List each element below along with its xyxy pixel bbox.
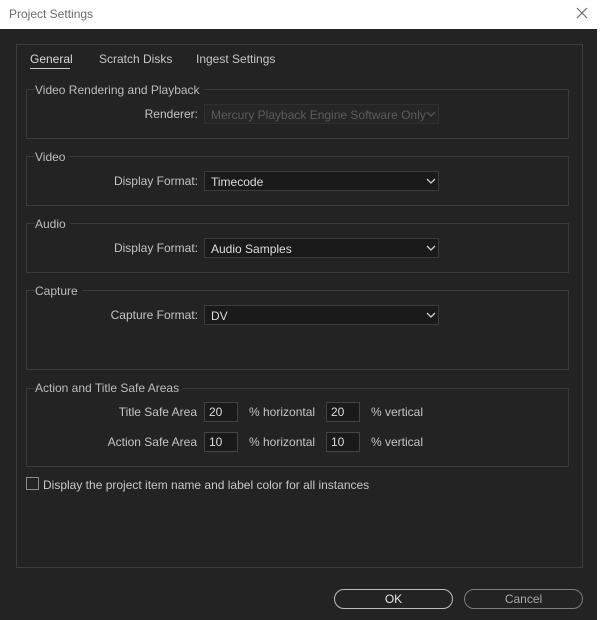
video-rendering-group-title: Video Rendering and Playback [35,83,204,97]
title-safe-horizontal-input[interactable] [204,402,238,422]
chevron-down-icon [426,245,436,251]
active-tab-indicator [30,68,70,69]
action-safe-horizontal-input[interactable] [204,432,238,452]
title-safe-label: Title Safe Area [118,405,197,419]
action-safe-vertical-unit: % vertical [371,435,424,449]
renderer-select: Mercury Playback Engine Software Only [204,104,439,124]
capture-format-value: DV [211,309,228,323]
title-safe-vertical-unit: % vertical [371,405,424,419]
display-label-color-checkbox-label[interactable]: Display the project item name and label … [43,478,369,492]
tab-scratch-disks[interactable]: Scratch Disks [99,52,172,66]
window-edge [597,29,601,620]
capture-format-label: Capture Format: [110,308,198,322]
chevron-down-icon [426,312,436,318]
title-safe-horizontal-unit: % horizontal [249,405,316,419]
capture-format-select[interactable]: DV [204,305,439,325]
cancel-button[interactable]: Cancel [464,589,583,609]
video-display-format-label: Display Format: [113,174,198,188]
tab-ingest-settings[interactable]: Ingest Settings [196,52,275,66]
safe-areas-group-title: Action and Title Safe Areas [35,381,184,395]
renderer-label: Renderer: [144,107,198,121]
audio-display-format-select[interactable]: Audio Samples [204,238,439,258]
close-button[interactable] [571,4,593,24]
audio-display-format-label: Display Format: [113,241,198,255]
chevron-down-icon [426,178,436,184]
close-icon [576,7,588,19]
ok-button[interactable]: OK [334,589,453,609]
window-title: Project Settings [9,7,94,21]
display-label-color-checkbox[interactable] [26,477,39,490]
capture-group [26,290,569,370]
title-bar: Project Settings [0,0,601,29]
action-safe-vertical-input[interactable] [326,432,360,452]
renderer-value: Mercury Playback Engine Software Only [211,108,426,122]
video-display-format-select[interactable]: Timecode [204,171,439,191]
safe-areas-group [26,388,569,467]
audio-group-title: Audio [35,217,70,231]
tab-general[interactable]: General [30,52,73,66]
capture-group-title: Capture [35,284,82,298]
action-safe-label: Action Safe Area [107,435,197,449]
title-safe-vertical-input[interactable] [326,402,360,422]
action-safe-horizontal-unit: % horizontal [249,435,316,449]
video-group-title: Video [35,150,70,164]
video-display-format-value: Timecode [211,175,264,189]
audio-display-format-value: Audio Samples [211,242,292,256]
chevron-down-icon [426,111,436,117]
